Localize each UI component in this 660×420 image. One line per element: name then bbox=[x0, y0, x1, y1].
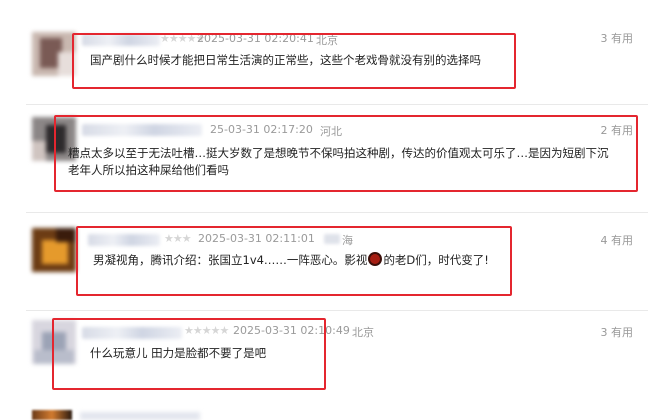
highlight-box bbox=[54, 115, 638, 192]
divider bbox=[26, 310, 648, 311]
useful-count[interactable]: 4 有用 bbox=[601, 232, 634, 248]
username bbox=[80, 412, 200, 420]
comment-location: 北京 bbox=[352, 326, 374, 339]
comment-item: ★★★★★ 2025-03-31 02:10:49 北京 3 有用 什么玩意儿 … bbox=[0, 0, 660, 390]
avatar[interactable] bbox=[32, 410, 72, 420]
highlight-box bbox=[76, 226, 512, 296]
divider bbox=[26, 212, 648, 213]
divider bbox=[26, 104, 648, 105]
avatar[interactable] bbox=[32, 228, 76, 272]
highlight-box bbox=[52, 318, 326, 390]
useful-count[interactable]: 3 有用 bbox=[601, 324, 634, 340]
